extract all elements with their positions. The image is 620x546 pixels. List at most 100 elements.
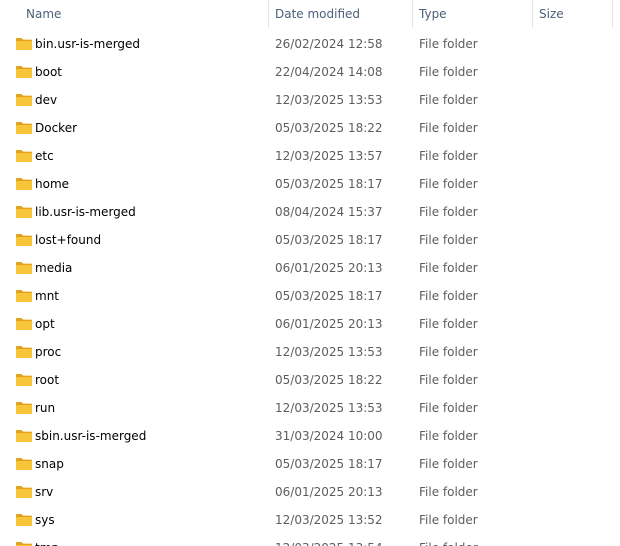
folder-icon	[16, 94, 32, 106]
file-row[interactable]: proc 12/03/2025 13:53 File folder	[0, 338, 620, 366]
file-name: bin.usr-is-merged	[35, 37, 141, 51]
file-type: File folder	[419, 177, 478, 191]
sort-up-caret-icon: ⌃	[160, 0, 168, 7]
file-date-modified: 08/04/2024 15:37	[275, 205, 383, 219]
folder-icon	[16, 262, 32, 274]
file-row[interactable]: Docker 05/03/2025 18:22 File folder	[0, 114, 620, 142]
folder-icon	[16, 206, 32, 218]
file-date-modified: 05/03/2025 18:17	[275, 177, 383, 191]
file-name: Docker	[35, 121, 78, 135]
file-row[interactable]: run 12/03/2025 13:53 File folder	[0, 394, 620, 422]
file-date-modified: 12/03/2025 13:53	[275, 401, 383, 415]
file-date-modified: 31/03/2024 10:00	[275, 429, 383, 443]
file-type: File folder	[419, 233, 478, 247]
file-type: File folder	[419, 429, 478, 443]
file-name: root	[35, 373, 60, 387]
column-resize-handle[interactable]	[612, 0, 613, 28]
file-row[interactable]: boot 22/04/2024 14:08 File folder	[0, 58, 620, 86]
file-date-modified: 05/03/2025 18:17	[275, 233, 383, 247]
column-header-name[interactable]: Name ⌃	[20, 0, 268, 28]
file-name: srv	[35, 485, 54, 499]
file-type: File folder	[419, 373, 478, 387]
file-date-modified: 05/03/2025 18:17	[275, 289, 383, 303]
file-name: mnt	[35, 289, 59, 303]
folder-icon	[16, 402, 32, 414]
file-date-modified: 05/03/2025 18:22	[275, 373, 383, 387]
file-name: home	[35, 177, 70, 191]
file-type: File folder	[419, 317, 478, 331]
file-type: File folder	[419, 534, 478, 546]
file-name: sys	[35, 513, 55, 527]
file-type: File folder	[419, 345, 478, 359]
file-date-modified: 05/03/2025 18:17	[275, 457, 383, 471]
column-header-type-label: Type	[419, 7, 447, 21]
folder-icon	[16, 346, 32, 358]
folder-icon	[16, 66, 32, 78]
folder-icon	[16, 430, 32, 442]
folder-icon	[16, 542, 32, 546]
file-name: dev	[35, 93, 58, 107]
folder-icon	[16, 178, 32, 190]
file-name: tmp	[35, 534, 59, 546]
file-name: lib.usr-is-merged	[35, 205, 136, 219]
column-header-name-label: Name	[26, 7, 62, 21]
file-type: File folder	[419, 261, 478, 275]
folder-icon	[16, 374, 32, 386]
folder-icon	[16, 234, 32, 246]
folder-icon	[16, 38, 32, 50]
file-row[interactable]: sys 12/03/2025 13:52 File folder	[0, 506, 620, 534]
column-header-date-label: Date modified	[275, 7, 361, 21]
file-row[interactable]: home 05/03/2025 18:17 File folder	[0, 170, 620, 198]
file-name: snap	[35, 457, 64, 471]
file-type: File folder	[419, 205, 478, 219]
file-row[interactable]: snap 05/03/2025 18:17 File folder	[0, 450, 620, 478]
file-rows: bin.usr-is-merged 26/02/2024 12:58 File fo…	[0, 30, 620, 546]
file-date-modified: 06/01/2025 20:13	[275, 317, 383, 331]
file-row[interactable]: root 05/03/2025 18:22 File folder	[0, 366, 620, 394]
column-header-bar: Name ⌃ Date modified Type Size	[0, 0, 620, 28]
file-list-view: Name ⌃ Date modified Type Size bin.usr-i…	[0, 0, 620, 546]
file-date-modified: 12/03/2025 13:53	[275, 345, 383, 359]
file-date-modified: 06/01/2025 20:13	[275, 485, 383, 499]
file-name: sbin.usr-is-merged	[35, 429, 147, 443]
file-date-modified: 12/03/2025 13:52	[275, 513, 383, 527]
file-type: File folder	[419, 149, 478, 163]
file-row[interactable]: lost+found 05/03/2025 18:17 File folder	[0, 226, 620, 254]
file-date-modified: 12/03/2025 13:53	[275, 93, 383, 107]
file-type: File folder	[419, 289, 478, 303]
column-header-size-label: Size	[539, 7, 564, 21]
folder-icon	[16, 318, 32, 330]
file-type: File folder	[419, 121, 478, 135]
file-row[interactable]: opt 06/01/2025 20:13 File folder	[0, 310, 620, 338]
file-row[interactable]: lib.usr-is-merged 08/04/2024 15:37 File fo…	[0, 198, 620, 226]
file-row[interactable]: sbin.usr-is-merged 31/03/2024 10:00 File f…	[0, 422, 620, 450]
file-row[interactable]: bin.usr-is-merged 26/02/2024 12:58 File fo…	[0, 30, 620, 58]
file-name: proc	[35, 345, 62, 359]
file-row[interactable]: dev 12/03/2025 13:53 File folder	[0, 86, 620, 114]
file-date-modified: 26/02/2024 12:58	[275, 37, 383, 51]
file-type: File folder	[419, 93, 478, 107]
folder-icon	[16, 122, 32, 134]
file-date-modified: 12/03/2025 13:57	[275, 149, 383, 163]
file-row[interactable]: tmp 12/03/2025 13:54 File folder	[0, 534, 620, 546]
file-name: media	[35, 261, 73, 275]
file-type: File folder	[419, 401, 478, 415]
file-type: File folder	[419, 65, 478, 79]
file-row[interactable]: mnt 05/03/2025 18:17 File folder	[0, 282, 620, 310]
folder-icon	[16, 458, 32, 470]
column-header-size[interactable]: Size	[533, 0, 612, 28]
folder-icon	[16, 150, 32, 162]
folder-icon	[16, 290, 32, 302]
folder-icon	[16, 486, 32, 498]
file-name: boot	[35, 65, 63, 79]
file-row[interactable]: etc 12/03/2025 13:57 File folder	[0, 142, 620, 170]
file-row[interactable]: srv 06/01/2025 20:13 File folder	[0, 478, 620, 506]
file-date-modified: 12/03/2025 13:54	[275, 534, 383, 546]
file-type: File folder	[419, 37, 478, 51]
file-name: run	[35, 401, 56, 415]
file-date-modified: 22/04/2024 14:08	[275, 65, 383, 79]
column-header-type[interactable]: Type	[413, 0, 532, 28]
file-type: File folder	[419, 485, 478, 499]
file-row[interactable]: media 06/01/2025 20:13 File folder	[0, 254, 620, 282]
column-header-date[interactable]: Date modified	[269, 0, 412, 28]
